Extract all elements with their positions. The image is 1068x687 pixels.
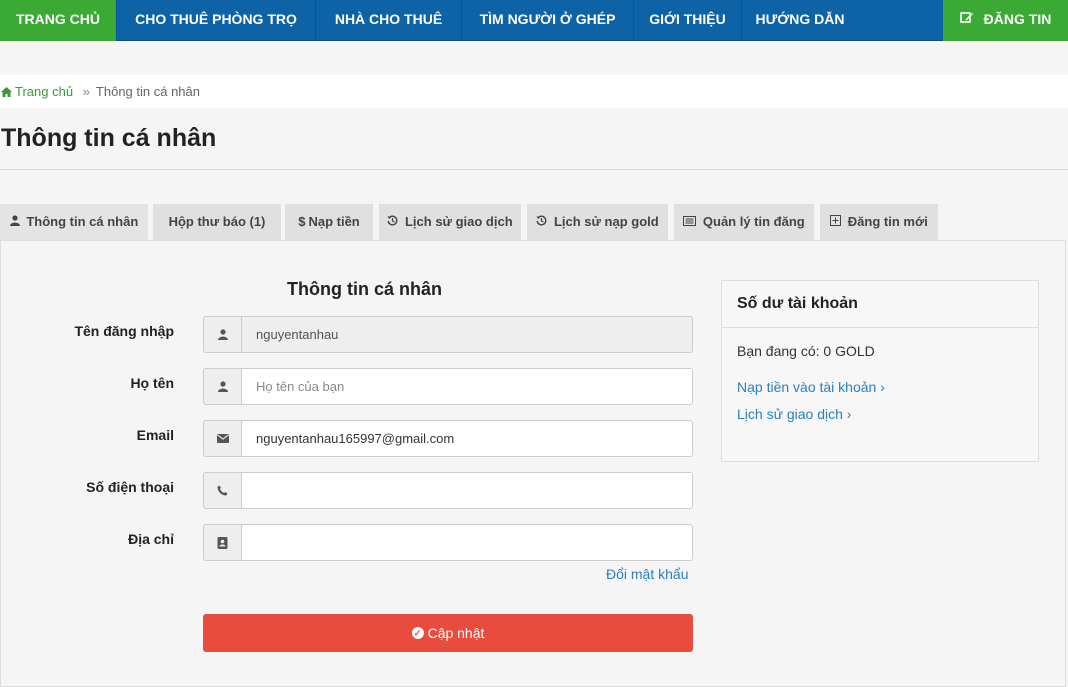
nav-roommates[interactable]: TÌM NGƯỜI Ở GHÉP xyxy=(462,0,634,41)
fullname-field[interactable] xyxy=(241,368,693,405)
update-button[interactable]: ✓ Cập nhật xyxy=(203,614,693,652)
address-label: Địa chỉ xyxy=(128,531,174,547)
check-circle-icon: ✓ xyxy=(411,627,424,639)
nav-home[interactable]: TRANG CHỦ xyxy=(0,0,117,41)
user-icon xyxy=(9,214,24,229)
balance-title: Số dư tài khoản xyxy=(722,281,1038,328)
email-group xyxy=(203,420,693,457)
change-password-link[interactable]: Đổi mật khẩu xyxy=(606,566,688,582)
address-group xyxy=(203,524,693,561)
nav-about[interactable]: GIỚI THIỆU xyxy=(634,0,742,41)
plus-square-icon xyxy=(830,214,845,229)
tab-profile[interactable]: Thông tin cá nhân xyxy=(0,204,148,241)
breadcrumb: Trang chủ » Thông tin cá nhân xyxy=(1,84,200,99)
user-icon xyxy=(203,316,242,353)
post-ad-label: ĐĂNG TIN xyxy=(983,11,1052,27)
username-label: Tên đăng nhập xyxy=(74,323,174,339)
breadcrumb-separator: » xyxy=(82,84,90,99)
breadcrumb-home[interactable]: Trang chủ xyxy=(1,84,77,99)
form-title: Thông tin cá nhân xyxy=(287,279,442,299)
tab-inbox[interactable]: Hộp thư báo (1) xyxy=(153,204,281,241)
fullname-label: Họ tên xyxy=(130,375,174,391)
tab-gold-history[interactable]: Lịch sử nạp gold xyxy=(527,204,668,241)
address-field[interactable] xyxy=(241,524,693,561)
post-ad-button[interactable]: ĐĂNG TIN xyxy=(943,0,1068,41)
edit-icon xyxy=(959,1,974,39)
phone-group xyxy=(203,472,693,509)
home-icon xyxy=(1,87,12,97)
username-group xyxy=(203,316,693,353)
balance-box: Số dư tài khoản Bạn đang có: 0 GOLD Nạp … xyxy=(721,280,1039,462)
nav-rooms[interactable]: CHO THUÊ PHÒNG TRỌ xyxy=(117,0,316,41)
email-field[interactable] xyxy=(241,420,693,457)
phone-label: Số điện thoại xyxy=(86,479,174,495)
tab-new-post[interactable]: Đăng tin mới xyxy=(820,204,938,241)
list-icon xyxy=(683,214,700,229)
tab-transaction-history[interactable]: Lịch sử giao dịch xyxy=(379,204,521,241)
dollar-icon: $ xyxy=(298,214,306,229)
history-icon xyxy=(536,214,551,229)
fullname-group xyxy=(203,368,693,405)
user-icon xyxy=(203,368,242,405)
email-label: Email xyxy=(136,427,174,443)
transaction-history-link[interactable]: Lịch sử giao dịch › xyxy=(737,406,851,422)
envelope-icon xyxy=(203,420,242,457)
address-book-icon xyxy=(203,524,242,561)
nav-guide[interactable]: HƯỚNG DẪN xyxy=(742,0,858,41)
history-icon xyxy=(387,214,402,229)
breadcrumb-current: Thông tin cá nhân xyxy=(95,84,200,99)
topup-link[interactable]: Nạp tiền vào tài khoản › xyxy=(737,379,885,395)
tab-manage-posts[interactable]: Quản lý tin đăng xyxy=(674,204,814,241)
title-divider xyxy=(0,169,1068,170)
username-field[interactable] xyxy=(241,316,693,353)
tab-topup[interactable]: $ Nạp tiền xyxy=(285,204,373,241)
top-navigation: TRANG CHỦ CHO THUÊ PHÒNG TRỌ NHÀ CHO THU… xyxy=(0,0,1068,41)
phone-icon xyxy=(203,472,242,509)
phone-field[interactable] xyxy=(241,472,693,509)
update-button-label: Cập nhật xyxy=(427,625,485,641)
nav-houses[interactable]: NHÀ CHO THUÊ xyxy=(316,0,462,41)
page-title: Thông tin cá nhân xyxy=(1,124,217,152)
balance-amount: Bạn đang có: 0 GOLD xyxy=(737,343,875,359)
